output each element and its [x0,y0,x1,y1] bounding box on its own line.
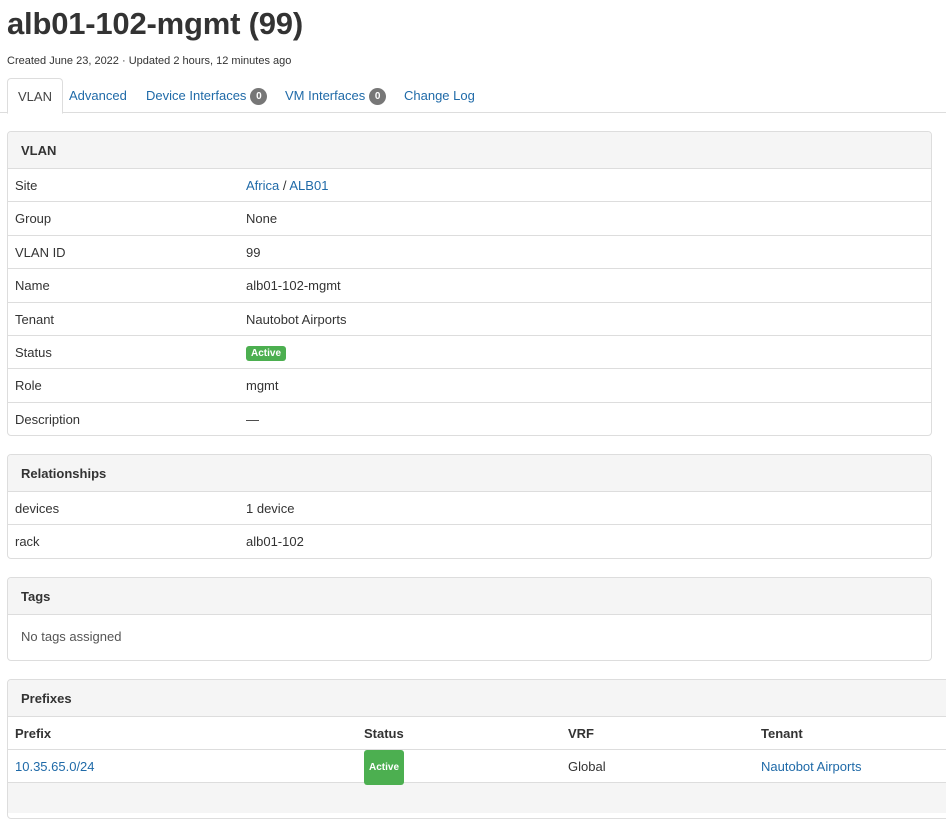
name-row: Name alb01-102-mgmt [8,269,931,303]
group-row: Group None [8,202,931,236]
role-row: Role mgmt [8,369,931,403]
column-header-vrf: VRF [568,726,594,741]
name-label: Name [15,278,50,294]
tab-advanced[interactable]: Advanced [59,78,137,113]
site-row: Site Africa / ALB01 [8,169,931,203]
tab-vm-interfaces[interactable]: VM Interfaces 0 [275,78,396,113]
tags-panel-heading: Tags [8,578,931,615]
site-separator: / [282,178,287,193]
vlan-detail-page: alb01-102-mgmt (99) Created June 23, 202… [0,0,946,819]
tab-vlan[interactable]: VLAN [7,78,63,114]
site-link[interactable]: ALB01 [289,178,328,193]
vm-interfaces-count-badge: 0 [369,88,387,105]
prefixes-panel-heading: Prefixes [8,680,946,717]
device-interfaces-count-badge: 0 [250,88,268,105]
prefix-status-badge: Active [364,750,405,785]
table-row: 10.35.65.0/24 Active Global Nautobot Air… [8,750,946,785]
status-value: Active [246,336,287,369]
tab-vm-interfaces-label: VM Interfaces [285,88,366,103]
description-label: Description [15,411,81,427]
column-header-prefix: Prefix [15,726,52,741]
relationship-row-rack: rack alb01-102 [8,525,931,558]
group-value: None [246,211,278,227]
prefix-tenant-link[interactable]: Nautobot Airports [761,759,861,774]
tenant-row: Tenant Nautobot Airports [8,303,931,336]
tab-device-interfaces[interactable]: Device Interfaces 0 [136,78,277,113]
site-value: Africa / ALB01 [246,169,328,202]
tenant-link[interactable]: Nautobot Airports [246,303,346,336]
tab-advanced-label: Advanced [69,88,127,103]
vlan-panel: VLAN Site Africa / ALB01 Group None VLAN… [7,131,932,436]
name-value: alb01-102-mgmt [246,278,341,294]
status-label: Status [15,344,52,360]
relationships-panel: Relationships devices 1 device rack alb0… [7,454,932,559]
prefixes-panel: Prefixes Prefix Status VRF Tenant 10.35.… [7,679,946,819]
tab-device-interfaces-label: Device Interfaces [146,88,247,103]
tab-bar: VLAN Advanced Device Interfaces 0 VM Inte… [0,78,946,114]
vlan-id-row: VLAN ID 99 [8,236,931,270]
tenant-label: Tenant [15,311,55,327]
column-header-status: Status [364,726,404,741]
rack-link[interactable]: alb01-102 [246,525,304,558]
description-row: Description — [8,403,931,435]
page-title: alb01-102-mgmt (99) [7,6,303,41]
role-link[interactable]: mgmt [246,369,279,402]
vlan-id-label: VLAN ID [15,244,66,260]
prefixes-table-header: Prefix Status VRF Tenant [8,717,946,750]
relationship-row-devices: devices 1 device [8,492,931,526]
devices-link[interactable]: 1 device [246,492,294,525]
status-badge: Active [246,345,287,361]
prefix-vrf: Global [568,759,606,774]
no-tags-text: No tags assigned [21,629,122,644]
tab-change-log[interactable]: Change Log [394,78,485,113]
column-header-tenant: Tenant [761,726,803,741]
vlan-panel-heading: VLAN [8,132,931,169]
prefix-link[interactable]: 10.35.65.0/24 [15,759,95,774]
prefixes-panel-footer [8,783,946,813]
tab-vlan-label: VLAN [18,89,52,104]
status-row: Status Active [8,336,931,370]
vlan-id-value: 99 [246,244,261,260]
relationship-key: devices [15,501,60,516]
tab-change-log-label: Change Log [404,88,475,103]
tags-panel: Tags No tags assigned [7,577,932,661]
site-label: Site [15,178,38,193]
relationships-panel-heading: Relationships [8,455,931,492]
role-label: Role [15,378,42,394]
created-updated-meta: Created June 23, 2022 · Updated 2 hours,… [7,55,292,67]
description-value: — [246,411,259,427]
group-label: Group [15,211,52,227]
relationship-key: rack [15,534,40,550]
region-link[interactable]: Africa [246,178,279,193]
